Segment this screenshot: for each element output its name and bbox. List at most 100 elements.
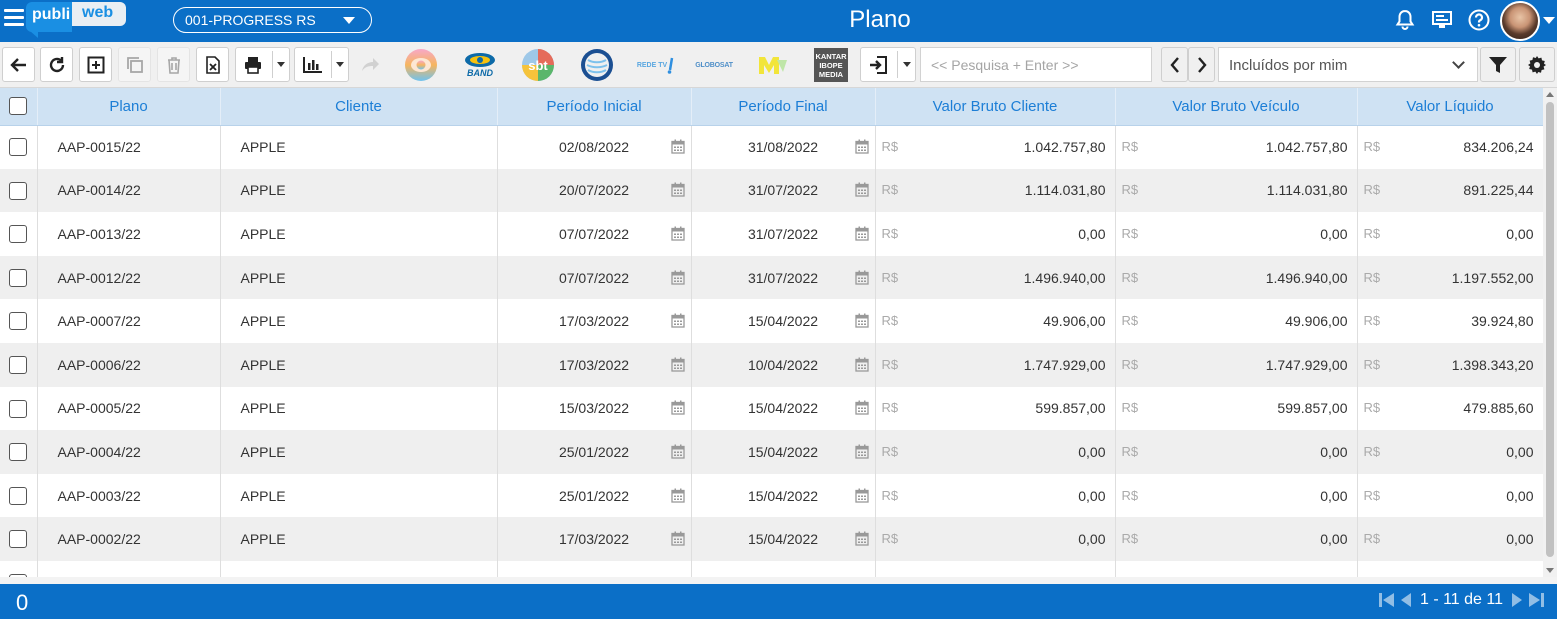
row-checkbox[interactable] <box>9 312 28 331</box>
chevron-down-icon[interactable] <box>1543 17 1555 24</box>
back-button[interactable] <box>2 47 35 82</box>
column-header-valor-liquido[interactable]: Valor Líquido <box>1357 88 1543 126</box>
prev-page-icon[interactable] <box>1400 591 1412 609</box>
table-row[interactable]: AAP-0006/22 APPLE 17/03/2022 10/04/2022 R$ 1.… <box>0 342 1543 387</box>
calendar-icon[interactable] <box>854 531 869 546</box>
table-row[interactable]: AAP-0002/22 APPLE 17/03/2022 15/04/2022 R$ 0,… <box>0 517 1543 561</box>
calendar-icon[interactable] <box>670 488 685 503</box>
row-checkbox[interactable] <box>9 486 28 505</box>
row-checkbox[interactable] <box>9 530 28 549</box>
select-all-checkbox[interactable] <box>9 97 28 116</box>
user-avatar[interactable] <box>1500 1 1540 41</box>
calendar-icon[interactable] <box>854 488 869 503</box>
channel-globo[interactable] <box>402 48 440 82</box>
table-row[interactable]: AAP-0007/22 APPLE 17/03/2022 15/04/2022 R$ 49… <box>0 299 1543 343</box>
table-row-partial[interactable] <box>0 560 1543 577</box>
chevron-down-icon[interactable] <box>903 62 911 67</box>
forward-button[interactable] <box>353 47 386 82</box>
table-row[interactable]: AAP-0014/22 APPLE 20/07/2022 31/07/2022 R$ 1.… <box>0 168 1543 213</box>
row-checkbox[interactable] <box>9 225 28 244</box>
filter-select[interactable]: Incluídos por mim <box>1218 47 1478 82</box>
copy-button[interactable] <box>118 47 151 82</box>
calendar-icon[interactable] <box>670 182 685 198</box>
scrollbar-thumb[interactable] <box>1546 102 1554 557</box>
calendar-icon[interactable] <box>670 226 685 241</box>
calendar-icon[interactable] <box>670 357 685 372</box>
cell-plano[interactable]: AAP-0005/22 <box>37 386 221 431</box>
calendar-icon[interactable] <box>670 444 685 459</box>
table-row[interactable]: AAP-0013/22 APPLE 07/07/2022 31/07/2022 R$ 0,… <box>0 212 1543 256</box>
next-page-icon[interactable] <box>1511 591 1523 609</box>
cell-plano[interactable]: AAP-0014/22 <box>37 168 221 213</box>
reports-button[interactable] <box>294 47 349 82</box>
print-button[interactable] <box>235 47 290 82</box>
channel-kantar[interactable]: KANTAR IBOPE MEDIA <box>814 48 848 82</box>
calendar-icon[interactable] <box>854 444 869 459</box>
next-button[interactable] <box>1188 47 1215 82</box>
calendar-icon[interactable] <box>854 270 869 285</box>
channel-record[interactable] <box>578 48 616 82</box>
filter-button[interactable] <box>1480 47 1516 82</box>
cell-plano[interactable]: AAP-0002/22 <box>37 517 221 561</box>
row-checkbox[interactable] <box>9 443 28 462</box>
calendar-icon[interactable] <box>854 226 869 241</box>
calendar-icon[interactable] <box>854 139 869 154</box>
calendar-icon[interactable] <box>670 313 685 328</box>
channel-mtv[interactable] <box>756 48 790 82</box>
bell-icon[interactable] <box>1393 8 1417 32</box>
scroll-down-icon[interactable] <box>1546 568 1554 573</box>
calendar-icon[interactable] <box>670 139 685 154</box>
row-checkbox[interactable] <box>9 138 28 157</box>
channel-sbt[interactable]: sbt <box>520 48 556 82</box>
help-icon[interactable] <box>1467 8 1491 32</box>
company-select[interactable]: 001-PROGRESS RS <box>173 7 372 33</box>
calendar-icon[interactable] <box>670 531 685 546</box>
settings-button[interactable] <box>1519 47 1555 82</box>
import-button[interactable] <box>860 47 916 82</box>
column-header-cliente[interactable]: Cliente <box>220 88 498 126</box>
delete-button[interactable] <box>157 47 190 82</box>
table-row[interactable]: AAP-0015/22 APPLE 02/08/2022 31/08/2022 R$ 1.… <box>0 125 1543 169</box>
calendar-icon[interactable] <box>854 357 869 372</box>
calendar-icon[interactable] <box>670 270 685 285</box>
column-header-periodo-inicial[interactable]: Período Inicial <box>497 88 692 126</box>
search-input[interactable] <box>920 47 1152 82</box>
channel-redetv[interactable]: REDE TV <box>636 48 676 82</box>
row-checkbox[interactable] <box>9 181 28 200</box>
cell-plano[interactable]: AAP-0003/22 <box>37 473 221 518</box>
prev-button[interactable] <box>1161 47 1188 82</box>
cell-plano[interactable]: AAP-0006/22 <box>37 342 221 387</box>
row-checkbox[interactable] <box>9 399 28 418</box>
monitor-icon[interactable] <box>1430 8 1454 32</box>
table-row[interactable]: AAP-0005/22 APPLE 15/03/2022 15/04/2022 R$ 59… <box>0 386 1543 431</box>
chevron-down-icon[interactable] <box>277 62 285 67</box>
cell-plano[interactable]: AAP-0015/22 <box>37 125 221 169</box>
calendar-icon[interactable] <box>670 400 685 416</box>
table-row[interactable]: AAP-0003/22 APPLE 25/01/2022 15/04/2022 R$ 0,… <box>0 473 1543 518</box>
chevron-down-icon[interactable] <box>336 62 344 67</box>
first-page-icon[interactable] <box>1378 591 1396 609</box>
calendar-icon[interactable] <box>854 400 869 416</box>
column-header-valor-bruto-veiculo[interactable]: Valor Bruto Veículo <box>1115 88 1358 126</box>
table-row[interactable]: AAP-0012/22 APPLE 07/07/2022 31/07/2022 R$ 1.… <box>0 255 1543 300</box>
scroll-up-icon[interactable] <box>1546 92 1554 97</box>
refresh-button[interactable] <box>40 47 73 82</box>
cell-plano[interactable]: AAP-0012/22 <box>37 255 221 300</box>
cell-plano[interactable]: AAP-0013/22 <box>37 212 221 256</box>
cell-plano[interactable]: AAP-0007/22 <box>37 299 221 343</box>
row-checkbox[interactable] <box>9 268 28 287</box>
channel-band[interactable]: BAND <box>460 48 500 82</box>
calendar-icon[interactable] <box>854 182 869 198</box>
menu-icon[interactable] <box>4 9 24 29</box>
column-header-plano[interactable]: Plano <box>37 88 221 126</box>
column-header-valor-bruto-cliente[interactable]: Valor Bruto Cliente <box>875 88 1116 126</box>
vertical-scrollbar[interactable] <box>1543 88 1557 577</box>
row-checkbox[interactable] <box>9 355 28 374</box>
add-button[interactable] <box>79 47 112 82</box>
column-header-periodo-final[interactable]: Período Final <box>691 88 876 126</box>
last-page-icon[interactable] <box>1527 591 1545 609</box>
channel-globosat[interactable]: GLOBOSAT <box>694 48 734 82</box>
table-row[interactable]: AAP-0004/22 APPLE 25/01/2022 15/04/2022 R$ 0,… <box>0 430 1543 474</box>
calendar-icon[interactable] <box>854 313 869 328</box>
cell-plano[interactable]: AAP-0004/22 <box>37 430 221 474</box>
